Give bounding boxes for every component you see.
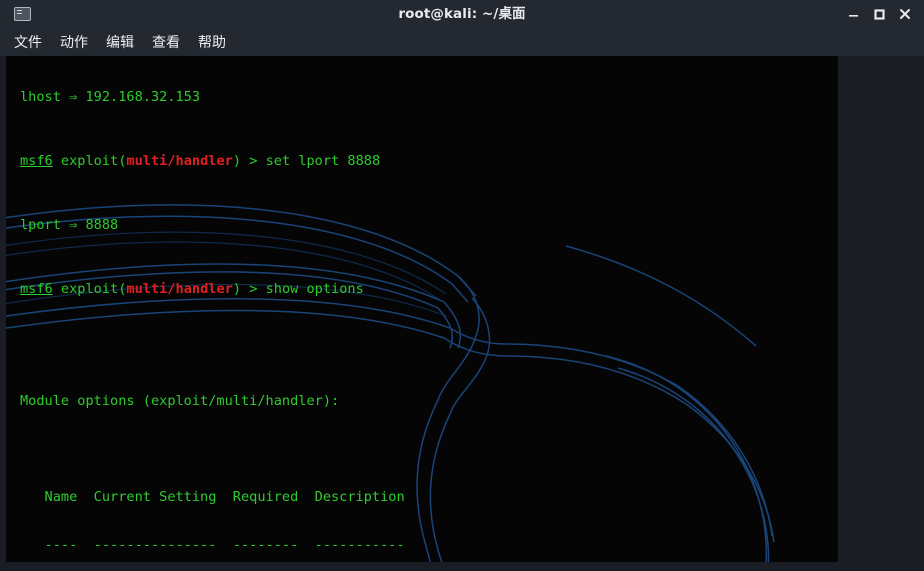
menu-item-file[interactable]: 文件	[14, 32, 42, 52]
terminal-line: lport ⇒ 8888	[20, 217, 119, 233]
command-text: set lport 8888	[265, 153, 381, 169]
terminal-screen[interactable]: lhost ⇒ 192.168.32.153 msf6 exploit(mult…	[6, 56, 838, 562]
menu-item-actions[interactable]: 动作	[60, 32, 88, 52]
terminal-line-module-options-header: Name Current Setting Required Descriptio…	[20, 489, 405, 505]
terminal-line: lhost ⇒ 192.168.32.153	[20, 89, 201, 105]
window-title: root@kali: ~/桌面	[398, 6, 526, 22]
terminal-line-module-options-rule: ---- --------------- -------- ----------…	[20, 537, 405, 553]
prompt-pre: exploit(	[52, 281, 127, 297]
menubar: 文件 动作 编辑 查看 帮助	[0, 28, 924, 56]
command-text: show options	[265, 281, 364, 297]
maximize-button[interactable]	[866, 0, 892, 28]
menu-item-help[interactable]: 帮助	[198, 32, 226, 52]
terminal-body: lhost ⇒ 192.168.32.153 msf6 exploit(mult…	[0, 56, 924, 571]
menu-item-edit[interactable]: 编辑	[106, 32, 134, 52]
terminal-prompt-line: msf6 exploit(multi/handler) > set lport …	[20, 153, 838, 169]
prompt-post: ) >	[232, 153, 266, 169]
window-controls	[840, 0, 918, 28]
titlebar[interactable]: root@kali: ~/桌面	[0, 0, 924, 28]
prompt-post: ) >	[232, 281, 266, 297]
module-name: multi/handler	[126, 153, 233, 169]
close-button[interactable]	[892, 0, 918, 28]
prompt-pre: exploit(	[52, 153, 127, 169]
msf-prompt-label: msf6	[20, 153, 53, 169]
terminal-prompt-line: msf6 exploit(multi/handler) > show optio…	[20, 281, 838, 297]
terminal-output[interactable]: lhost ⇒ 192.168.32.153 msf6 exploit(mult…	[6, 56, 838, 562]
msf-prompt-label: msf6	[20, 281, 53, 297]
minimize-button[interactable]	[840, 0, 866, 28]
menu-item-view[interactable]: 查看	[152, 32, 180, 52]
module-name: multi/handler	[126, 281, 233, 297]
terminal-line-module-options-title: Module options (exploit/multi/handler):	[20, 393, 340, 409]
terminal-window: root@kali: ~/桌面 文件 动作 编辑 查看 帮助 lhost ⇒ 1…	[0, 0, 924, 571]
